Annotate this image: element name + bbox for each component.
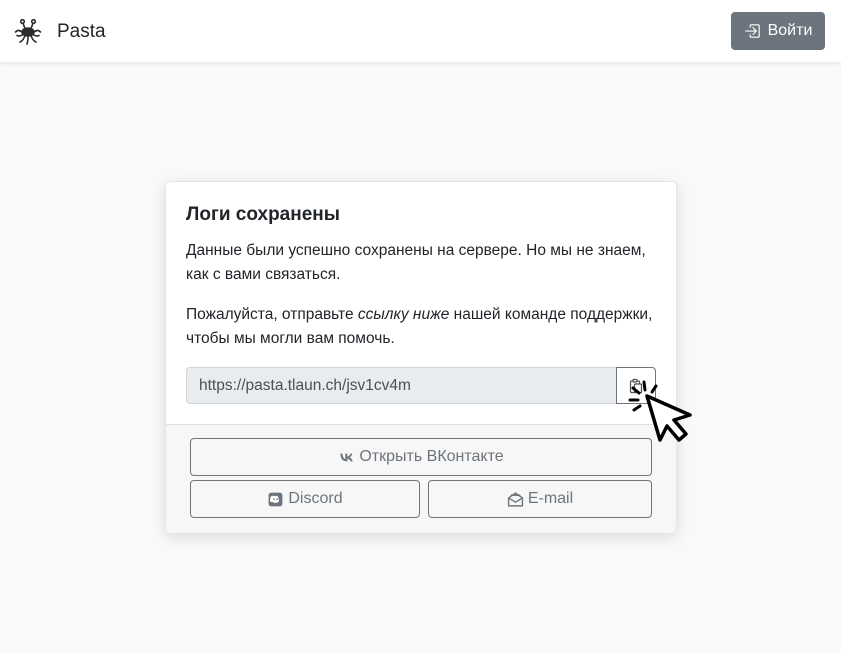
link-input-group (186, 367, 656, 404)
discord-label: Discord (288, 490, 343, 507)
logs-saved-card: Логи сохранены Данные были успешно сохра… (165, 181, 677, 533)
brand-link[interactable]: Pasta (14, 16, 106, 48)
flying-spaghetti-monster-icon (14, 18, 42, 45)
discord-icon (268, 492, 283, 506)
card-title: Логи сохранены (186, 204, 340, 225)
saved-message: Данные были успешно сохранены на сервере… (186, 242, 646, 283)
vk-label: Открыть ВКонтакте (359, 448, 504, 465)
brand-name: Pasta (57, 21, 106, 42)
link-field[interactable] (186, 367, 616, 404)
open-vk-button[interactable]: Открыть ВКонтакте (190, 438, 652, 476)
instruction-message: Пожалуйста, отправьте ссылку ниже нашей … (186, 303, 660, 351)
login-label: Войти (767, 22, 813, 39)
email-button[interactable]: E-mail (428, 480, 652, 518)
top-navbar: Pasta Войти (0, 0, 841, 63)
instruction-text-start: Пожалуйста, отправьте (186, 306, 358, 323)
click-pointer-icon (628, 380, 692, 442)
instruction-emphasis: ссылку ниже (357, 306, 450, 323)
email-label: E-mail (527, 490, 574, 507)
vk-icon (340, 453, 354, 461)
card-footer: Открыть ВКонтакте Discord E-mail (166, 424, 676, 533)
sign-in-icon (744, 24, 760, 38)
discord-button[interactable]: Discord (190, 480, 420, 518)
envelope-open-icon (507, 491, 523, 507)
login-button[interactable]: Войти (731, 12, 825, 50)
